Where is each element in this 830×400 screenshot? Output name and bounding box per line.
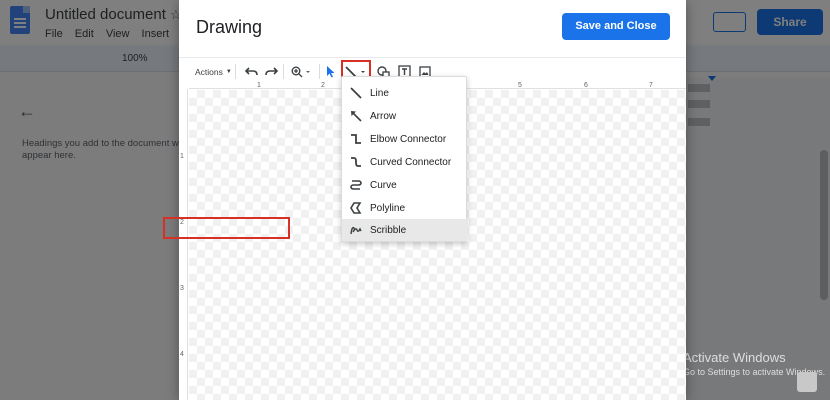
ruler-number: 2 (180, 219, 184, 226)
curve-icon (342, 179, 370, 191)
ruler-number: 6 (584, 82, 588, 89)
scribble-icon (342, 224, 370, 236)
ruler-number: 3 (180, 285, 184, 292)
menu-item-label: Polyline (370, 202, 406, 214)
vertical-ruler: 1 2 3 4 (179, 89, 188, 400)
actions-menu-button[interactable]: Actions ▼ (195, 64, 232, 79)
dialog-title: Drawing (196, 17, 263, 37)
toolbar-divider (319, 64, 320, 79)
menu-item-label: Scribble (370, 224, 407, 236)
menu-item-label: Line (370, 87, 389, 99)
menu-item-line[interactable]: Line (342, 82, 468, 104)
redo-icon[interactable] (263, 64, 279, 79)
menu-item-label: Arrow (370, 110, 397, 122)
polyline-icon (342, 202, 370, 214)
toolbar-divider (235, 64, 236, 79)
menu-item-scribble[interactable]: Scribble (342, 219, 468, 241)
ruler-number: 2 (321, 82, 325, 89)
watermark-title: Activate Windows (683, 350, 786, 365)
elbow-connector-icon (342, 133, 370, 145)
line-type-menu: Line Arrow Elbow Connector Curved Connec… (341, 76, 468, 242)
ruler-number: 5 (518, 82, 522, 89)
undo-icon[interactable] (243, 64, 259, 79)
ruler-number: 1 (180, 153, 184, 160)
menu-item-arrow[interactable]: Arrow (342, 105, 468, 127)
arrow-icon (342, 110, 370, 122)
chevron-down-icon: ▼ (225, 68, 232, 75)
ruler-number: 4 (180, 351, 184, 358)
toolbar-divider (283, 64, 284, 79)
menu-item-curve[interactable]: Curve (342, 174, 468, 196)
actions-label: Actions (195, 66, 223, 77)
explore-button[interactable] (797, 372, 817, 392)
drawing-dialog: Drawing Save and Close Actions ▼ 1 2 5 6… (179, 0, 686, 400)
zoom-icon[interactable] (289, 64, 315, 79)
curved-connector-icon (342, 156, 370, 168)
menu-item-elbow-connector[interactable]: Elbow Connector (342, 128, 468, 150)
select-cursor-icon[interactable] (324, 64, 338, 79)
menu-item-label: Curve (370, 179, 397, 191)
line-icon (342, 87, 370, 99)
save-and-close-button[interactable]: Save and Close (562, 13, 670, 40)
menu-item-curved-connector[interactable]: Curved Connector (342, 151, 468, 173)
menu-item-label: Elbow Connector (370, 133, 447, 145)
ruler-number: 7 (649, 82, 653, 89)
ruler-number: 1 (257, 82, 261, 89)
menu-item-polyline[interactable]: Polyline (342, 197, 468, 219)
menu-item-label: Curved Connector (370, 156, 452, 168)
